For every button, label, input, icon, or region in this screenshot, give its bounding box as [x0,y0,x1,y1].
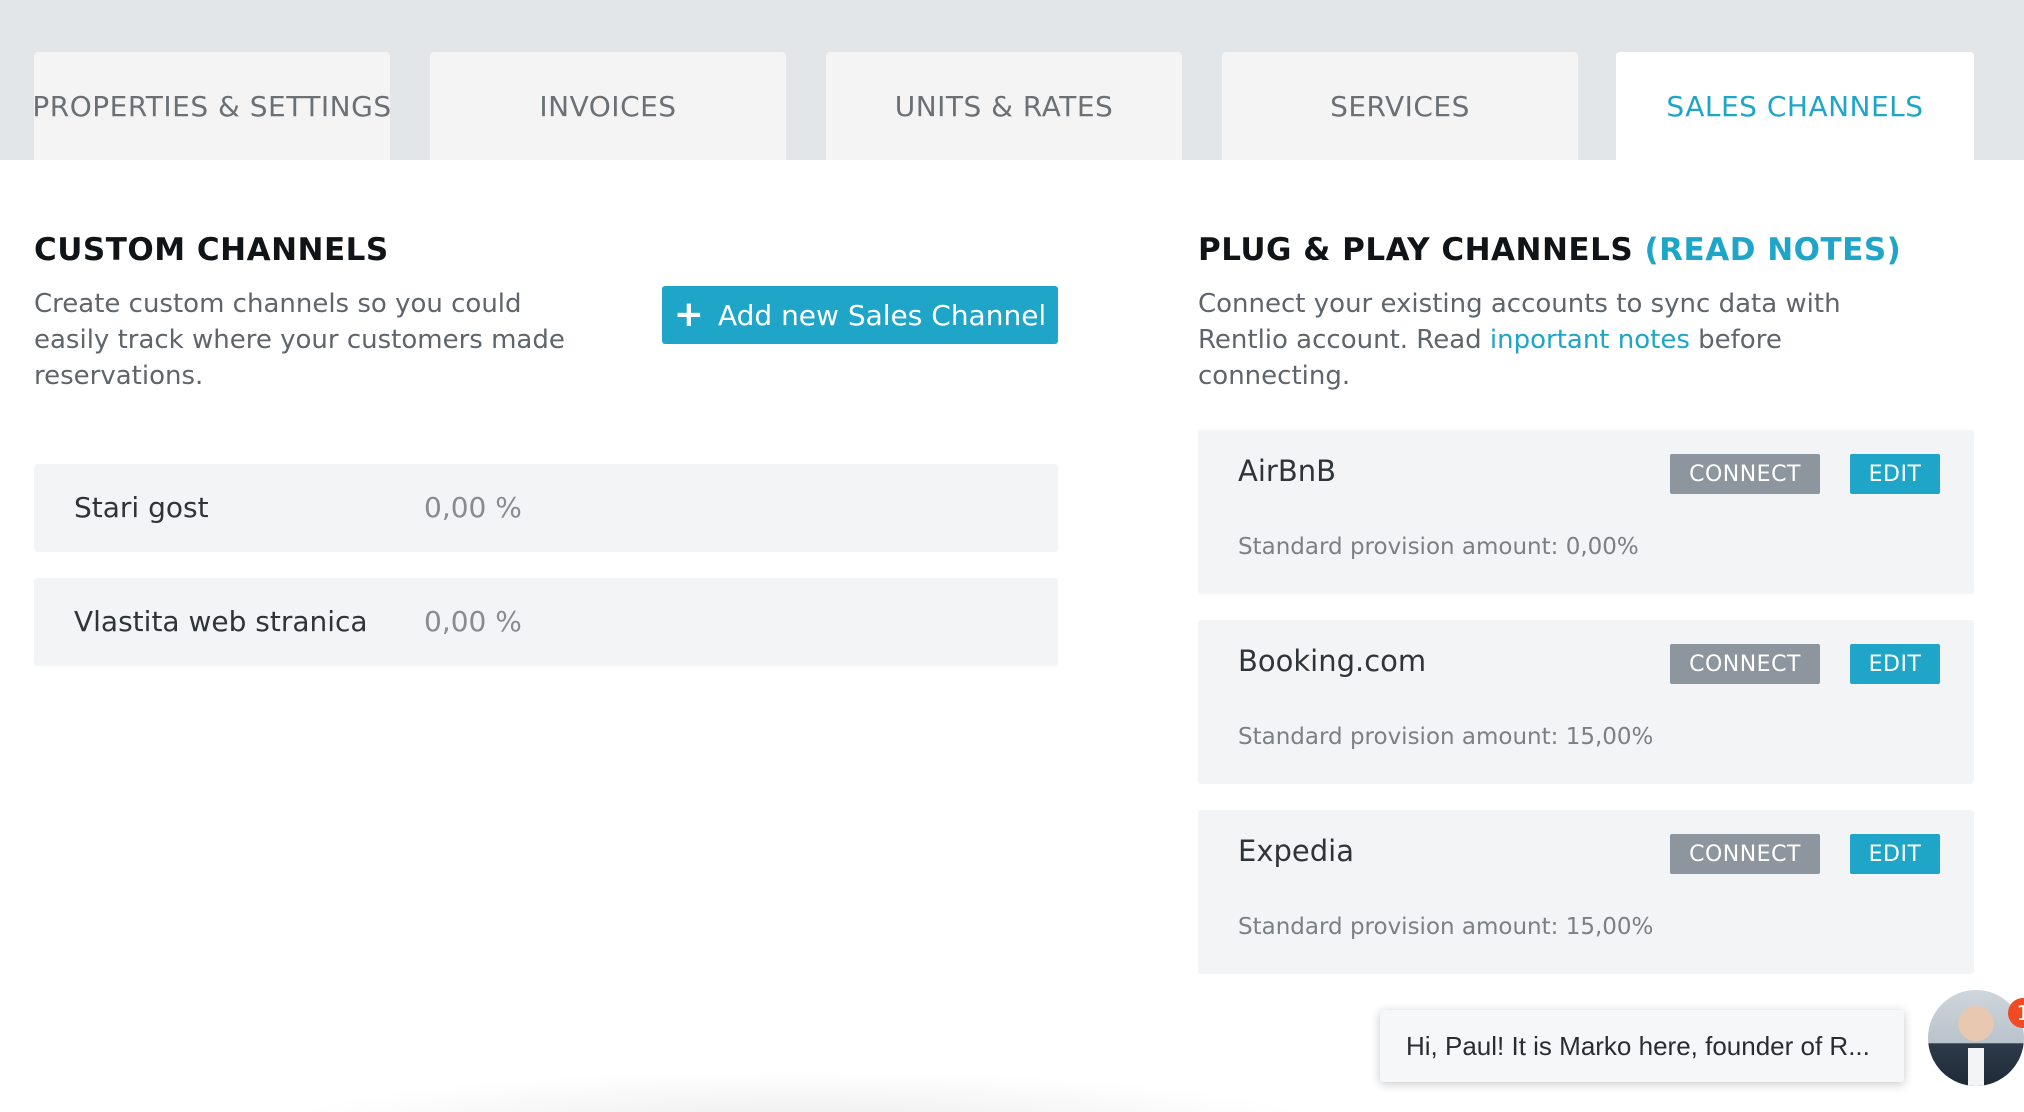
channel-name: AirBnB [1238,454,1336,488]
custom-channel-row[interactable]: Vlastita web stranica 0,00 % [34,578,1058,666]
plug-play-heading: PLUG & PLAY CHANNELS (READ NOTES) [1198,232,1901,268]
custom-channels-heading: CUSTOM CHANNELS [34,232,389,268]
channel-card-booking: Booking.com CONNECT EDIT Standard provis… [1198,620,1974,784]
provision-amount: Standard provision amount: 15,00% [1238,724,1654,750]
add-sales-channel-button[interactable]: + Add new Sales Channel [662,286,1058,344]
tab-sales-channels[interactable]: SALES CHANNELS [1616,52,1974,160]
custom-channel-name: Vlastita web stranica [74,605,368,638]
custom-channel-name: Stari gost [74,491,209,524]
plug-play-description: Connect your existing accounts to sync d… [1198,286,1918,394]
connect-button[interactable]: CONNECT [1670,454,1820,494]
tab-services[interactable]: SERVICES [1222,52,1578,160]
edit-button[interactable]: EDIT [1850,644,1940,684]
custom-channel-percent: 0,00 % [424,491,522,524]
avatar-collar [1968,1048,1984,1086]
page-bottom-shadow [260,1070,1340,1112]
channel-name: Expedia [1238,834,1354,868]
edit-button[interactable]: EDIT [1850,834,1940,874]
sales-channels-page: PROPERTIES & SETTINGS INVOICES UNITS & R… [0,0,2024,1112]
add-sales-channel-label: Add new Sales Channel [717,298,1047,332]
read-notes-link[interactable]: (READ NOTES) [1644,232,1901,268]
custom-channel-percent: 0,00 % [424,605,522,638]
settings-tab-bar: PROPERTIES & SETTINGS INVOICES UNITS & R… [0,0,2024,160]
chat-message-preview[interactable]: Hi, Paul! It is Marko here, founder of R… [1380,1010,1904,1082]
tab-invoices[interactable]: INVOICES [430,52,786,160]
channel-card-expedia: Expedia CONNECT EDIT Standard provision … [1198,810,1974,974]
chat-message-text: Hi, Paul! It is Marko here, founder of R… [1406,1030,1870,1061]
connect-button[interactable]: CONNECT [1670,834,1820,874]
edit-button[interactable]: EDIT [1850,454,1940,494]
plus-icon: + [673,294,704,335]
connect-button[interactable]: CONNECT [1670,644,1820,684]
tab-units-rates[interactable]: UNITS & RATES [826,52,1182,160]
tab-properties-settings[interactable]: PROPERTIES & SETTINGS [32,52,391,160]
channel-card-airbnb: AirBnB CONNECT EDIT Standard provision a… [1198,430,1974,594]
provision-amount: Standard provision amount: 0,00% [1238,534,1639,560]
important-notes-link[interactable]: inportant notes [1490,325,1690,355]
channel-name: Booking.com [1238,644,1427,678]
provision-amount: Standard provision amount: 15,00% [1238,914,1654,940]
custom-channels-description: Create custom channels so you could easi… [34,289,565,391]
plug-play-title: PLUG & PLAY CHANNELS [1198,232,1634,268]
custom-channel-row[interactable]: Stari gost 0,00 % [34,464,1058,552]
